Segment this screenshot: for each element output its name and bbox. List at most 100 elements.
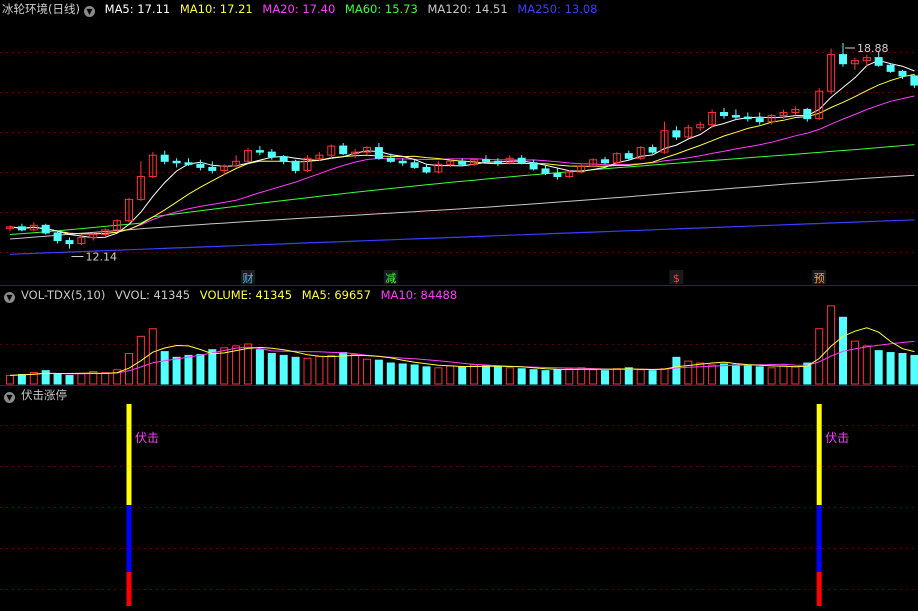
volume-bar	[374, 359, 383, 385]
ma20-label: MA20: 17.40	[262, 2, 336, 16]
ma5-line	[9, 59, 915, 239]
volume-bar	[791, 366, 800, 385]
volume-bar	[862, 345, 871, 385]
signal-toggle-icon[interactable]: ▼	[4, 392, 15, 403]
ma120-label: MA120: 14.51	[427, 2, 508, 16]
vol-title: VOL-TDX(5,10)	[21, 288, 106, 302]
volume-bar	[743, 365, 752, 385]
signal-bar-bottom	[126, 572, 132, 606]
signal-bar-top	[816, 404, 822, 505]
volume-bar	[172, 356, 181, 385]
volume-bar	[493, 366, 502, 385]
volume-bar	[291, 356, 300, 385]
volume-bar	[65, 374, 74, 385]
volume-bar	[77, 373, 86, 385]
candle-body	[743, 116, 752, 120]
volume-bar	[255, 349, 264, 385]
volume-bar	[398, 363, 407, 385]
volume-bar	[636, 369, 645, 385]
vol-ma10-label: MA10: 84488	[380, 288, 458, 302]
stock-title: 冰轮环境(日线)	[2, 2, 80, 16]
candle-body	[517, 157, 526, 164]
candle-body	[255, 150, 264, 153]
kline-chart-canvas: 18.88 12.14 财 减 $ 预伏击 伏击	[0, 42, 918, 606]
candle-body	[755, 118, 764, 123]
volume-bar	[660, 368, 669, 385]
ma120-line	[9, 174, 915, 240]
signal-bar-bottom	[816, 572, 822, 606]
candle-body	[267, 151, 276, 158]
volume-bar	[244, 343, 252, 385]
volume-bar	[232, 345, 241, 385]
volume-label: VOLUME: 41345	[199, 288, 293, 302]
event-marker: 预	[814, 272, 825, 285]
candle-body	[458, 160, 467, 165]
candle-body	[172, 160, 181, 164]
candle-body	[196, 163, 205, 168]
candle-body	[65, 240, 74, 245]
volume-bar	[458, 366, 467, 385]
candle-body	[386, 157, 395, 162]
candle-body	[839, 54, 847, 65]
volume-bar	[184, 354, 193, 385]
ma250-line	[9, 219, 915, 255]
volume-bar	[208, 349, 217, 385]
volume-bar	[601, 370, 609, 385]
event-marker: 财	[243, 271, 254, 285]
volume-bar	[779, 365, 788, 385]
volume-bar	[482, 365, 490, 385]
candle-body	[493, 160, 502, 164]
volume-bar	[505, 367, 514, 385]
candle-body	[529, 162, 538, 170]
vvol-label: VVOL: 41345	[115, 288, 191, 302]
volume-bar	[874, 350, 883, 385]
volume-bar	[363, 358, 371, 385]
event-marker: $	[673, 272, 680, 285]
candle-body	[898, 70, 907, 77]
candle-body	[720, 112, 728, 117]
candle-body	[339, 145, 348, 155]
candle-body	[624, 153, 633, 159]
candle-body	[422, 166, 431, 173]
candle-body	[279, 156, 288, 162]
volume-bar	[767, 367, 776, 385]
volume-bar	[267, 353, 276, 385]
candle-body	[648, 147, 657, 153]
candle-body	[160, 154, 169, 162]
candle-body	[803, 108, 812, 120]
volume-bar	[101, 372, 110, 385]
candle-body	[17, 226, 26, 231]
low-price-label: 12.14	[86, 250, 118, 263]
signal-panel-header: ▼ 伏击涨停	[2, 387, 73, 403]
ma250-label: MA250: 13.08	[517, 2, 598, 16]
volume-bar	[386, 362, 395, 385]
candle-body	[731, 115, 740, 118]
volume-bar	[720, 363, 728, 385]
volume-bar	[755, 366, 764, 385]
volume-bar	[529, 369, 538, 385]
indicator-toggle-icon[interactable]: ▼	[83, 6, 95, 17]
candle-body	[374, 147, 383, 159]
volume-bar	[303, 357, 312, 385]
candle-body	[910, 75, 918, 86]
volume-bar	[470, 364, 479, 385]
volume-bar	[422, 366, 431, 385]
volume-bar	[886, 352, 895, 385]
volume-bar	[850, 340, 859, 385]
volume-bar	[684, 360, 693, 385]
volume-bar	[648, 370, 657, 385]
volume-bar	[339, 352, 348, 385]
volume-bar	[6, 374, 14, 385]
volume-bar	[541, 370, 550, 385]
volume-bar	[434, 367, 443, 385]
vol-toggle-icon[interactable]: ▼	[4, 292, 15, 303]
candle-body	[553, 172, 562, 178]
vol-ma5-label: MA5: 69657	[301, 288, 371, 302]
ma5-label: MA5: 17.11	[104, 2, 171, 16]
volume-bar	[160, 351, 169, 385]
ma10-line	[9, 73, 915, 235]
volume-bar	[315, 355, 324, 385]
volume-bar	[708, 364, 717, 385]
volume-bar	[577, 367, 586, 385]
candle-body	[53, 232, 62, 242]
